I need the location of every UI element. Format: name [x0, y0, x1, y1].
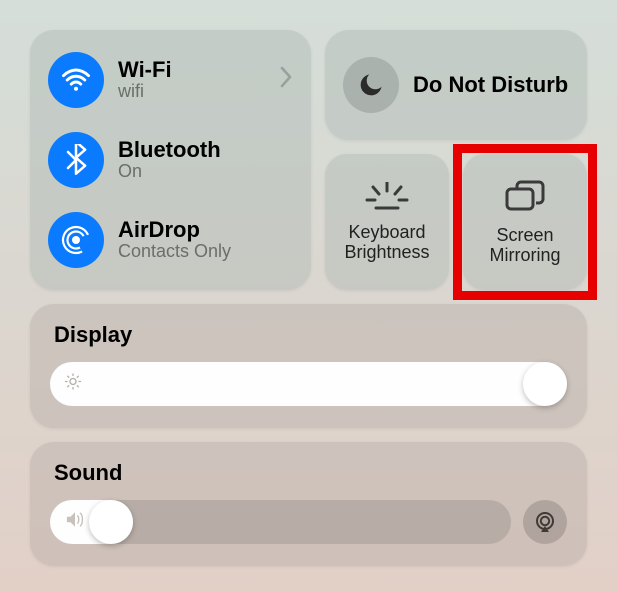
- display-card: Display: [30, 304, 587, 428]
- wifi-row[interactable]: Wi-Fi wifi: [44, 42, 297, 118]
- airdrop-icon: [48, 212, 104, 268]
- control-center-panel: Wi-Fi wifi Bluetooth On: [20, 20, 597, 572]
- bluetooth-icon: [48, 132, 104, 188]
- highlight-ring: [453, 144, 597, 300]
- bluetooth-title: Bluetooth: [118, 138, 293, 162]
- keyboard-brightness-label: Keyboard Brightness: [344, 223, 429, 263]
- airplay-audio-button[interactable]: [523, 500, 567, 544]
- wifi-icon: [48, 52, 104, 108]
- display-title: Display: [50, 322, 567, 348]
- connectivity-card: Wi-Fi wifi Bluetooth On: [30, 30, 311, 290]
- airdrop-sub: Contacts Only: [118, 242, 293, 262]
- brightness-icon: [64, 373, 82, 396]
- chevron-right-icon[interactable]: [279, 66, 293, 95]
- top-row: Wi-Fi wifi Bluetooth On: [30, 30, 587, 290]
- bluetooth-row[interactable]: Bluetooth On: [44, 122, 297, 198]
- airdrop-title: AirDrop: [118, 218, 293, 242]
- keyboard-brightness-button[interactable]: Keyboard Brightness: [325, 154, 449, 290]
- sound-card: Sound: [30, 442, 587, 566]
- dnd-label: Do Not Disturb: [413, 73, 568, 97]
- sound-title: Sound: [50, 460, 567, 486]
- small-button-row: Keyboard Brightness Screen Mirroring: [325, 154, 587, 290]
- right-column: Do Not Disturb Keyboard Bri: [325, 30, 587, 290]
- do-not-disturb-button[interactable]: Do Not Disturb: [325, 30, 587, 140]
- wifi-text: Wi-Fi wifi: [118, 58, 265, 102]
- airdrop-text: AirDrop Contacts Only: [118, 218, 293, 262]
- wifi-title: Wi-Fi: [118, 58, 265, 82]
- moon-icon: [343, 57, 399, 113]
- bluetooth-text: Bluetooth On: [118, 138, 293, 182]
- screen-mirroring-label: Screen Mirroring: [489, 226, 560, 266]
- bluetooth-sub: On: [118, 162, 293, 182]
- sound-slider[interactable]: [50, 500, 511, 544]
- display-slider-thumb[interactable]: [523, 362, 567, 406]
- keyboard-brightness-icon: [364, 182, 410, 215]
- screen-mirroring-icon: [504, 179, 546, 218]
- screen-mirroring-button[interactable]: Screen Mirroring: [463, 154, 587, 290]
- display-slider[interactable]: [50, 362, 567, 406]
- wifi-sub: wifi: [118, 82, 265, 102]
- sound-slider-thumb[interactable]: [89, 500, 133, 544]
- airdrop-row[interactable]: AirDrop Contacts Only: [44, 202, 297, 278]
- volume-icon: [64, 511, 86, 534]
